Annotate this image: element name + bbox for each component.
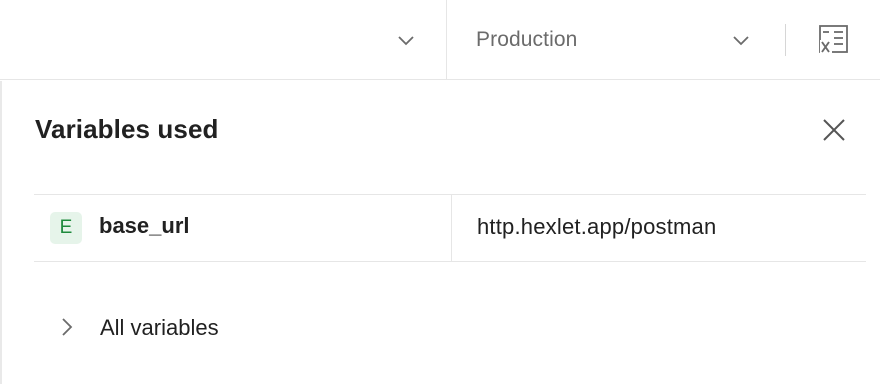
variables-used-panel: Variables used E base_url http.hexlet.ap… bbox=[0, 81, 880, 384]
variables-quick-look-icon[interactable] bbox=[812, 20, 854, 60]
top-toolbar: Production bbox=[0, 0, 880, 80]
environment-scope-badge: E bbox=[50, 212, 82, 244]
panel-title: Variables used bbox=[35, 114, 219, 144]
variable-name: base_url bbox=[99, 213, 190, 238]
all-variables-label: All variables bbox=[100, 315, 219, 340]
column-divider bbox=[451, 195, 452, 261]
chevron-right-icon bbox=[54, 315, 78, 339]
environment-selector[interactable]: Production bbox=[447, 0, 769, 80]
left-dropdown[interactable] bbox=[0, 0, 446, 80]
chevron-down-icon[interactable] bbox=[731, 30, 751, 50]
close-icon[interactable] bbox=[819, 115, 849, 145]
variables-table: E base_url http.hexlet.app/postman bbox=[34, 194, 866, 262]
all-variables-toggle[interactable]: All variables bbox=[54, 307, 274, 347]
toolbar-divider bbox=[785, 24, 786, 56]
chevron-down-icon[interactable] bbox=[396, 30, 416, 50]
variable-value[interactable]: http.hexlet.app/postman bbox=[477, 214, 716, 240]
table-row[interactable]: E base_url http.hexlet.app/postman bbox=[34, 195, 866, 261]
environment-selected-label: Production bbox=[476, 28, 578, 51]
